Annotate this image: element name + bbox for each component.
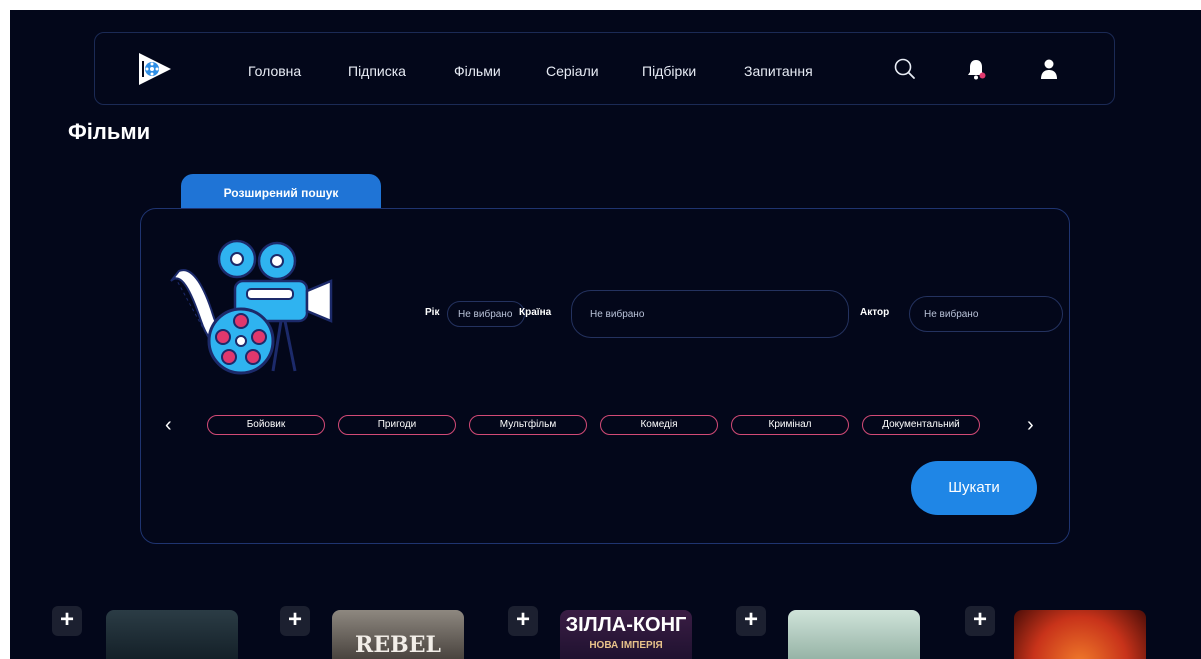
app-frame: Головна Підписка Фільми Серіали Підбірки… xyxy=(10,10,1201,659)
movie-poster[interactable] xyxy=(1014,610,1146,659)
year-label: Рік xyxy=(425,307,440,318)
genre-chip-adventure[interactable]: Пригоди xyxy=(338,415,456,435)
genre-chip-comedy[interactable]: Комедія xyxy=(600,415,718,435)
genre-chip-action[interactable]: Бойовик xyxy=(207,415,325,435)
bell-icon[interactable] xyxy=(963,56,989,82)
add-to-list-icon[interactable]: + xyxy=(508,606,538,636)
poster-subtitle: НОВА ІМПЕРІЯ xyxy=(589,640,663,651)
chevron-right-icon[interactable]: › xyxy=(1027,413,1034,437)
country-label: Країна xyxy=(519,307,552,318)
poster-title: REBEL xyxy=(355,632,441,658)
nav-series[interactable]: Серіали xyxy=(546,63,599,79)
add-to-list-icon[interactable]: + xyxy=(52,606,82,636)
genre-chip-animation[interactable]: Мультфільм xyxy=(469,415,587,435)
genre-chip-crime[interactable]: Кримінал xyxy=(731,415,849,435)
movie-poster[interactable] xyxy=(106,610,238,659)
nav-collections[interactable]: Підбірки xyxy=(642,63,696,79)
actor-label: Актор xyxy=(860,307,890,318)
add-to-list-icon[interactable]: + xyxy=(280,606,310,636)
year-select[interactable]: Не вибрано xyxy=(447,301,525,327)
movie-poster[interactable]: REBEL xyxy=(332,610,464,659)
advanced-search-panel: Рік Не вибрано Країна Не вибрано Актор Н… xyxy=(140,208,1070,544)
advanced-search-tab[interactable]: Розширений пошук xyxy=(181,174,381,210)
add-to-list-icon[interactable]: + xyxy=(736,606,766,636)
page-title: Фільми xyxy=(68,119,151,144)
nav-home[interactable]: Головна xyxy=(248,63,301,79)
poster-title: ЗІЛЛА-КОНГ xyxy=(565,614,687,636)
genre-carousel: ‹ Бойовик Пригоди Мультфільм Комедія Кри… xyxy=(141,413,1071,437)
nav-movies[interactable]: Фільми xyxy=(454,63,501,79)
play-film-logo-icon[interactable] xyxy=(135,51,175,87)
add-to-list-icon[interactable]: + xyxy=(965,606,995,636)
nav-faq[interactable]: Запитання xyxy=(744,63,813,79)
nav-subscription[interactable]: Підписка xyxy=(348,63,406,79)
film-camera-illustration xyxy=(170,239,333,375)
top-navigation: Головна Підписка Фільми Серіали Підбірки… xyxy=(94,32,1115,105)
actor-select[interactable]: Не вибрано xyxy=(909,296,1063,332)
chevron-left-icon[interactable]: ‹ xyxy=(165,413,172,437)
country-select[interactable]: Не вибрано xyxy=(571,290,849,338)
search-icon[interactable] xyxy=(892,56,918,82)
search-submit-button[interactable]: Шукати xyxy=(911,461,1037,515)
movie-poster[interactable]: ЗІЛЛА-КОНГ НОВА ІМПЕРІЯ xyxy=(560,610,692,659)
movie-poster[interactable] xyxy=(788,610,920,659)
genre-chip-documentary[interactable]: Документальний xyxy=(862,415,980,435)
user-icon[interactable] xyxy=(1036,56,1062,82)
